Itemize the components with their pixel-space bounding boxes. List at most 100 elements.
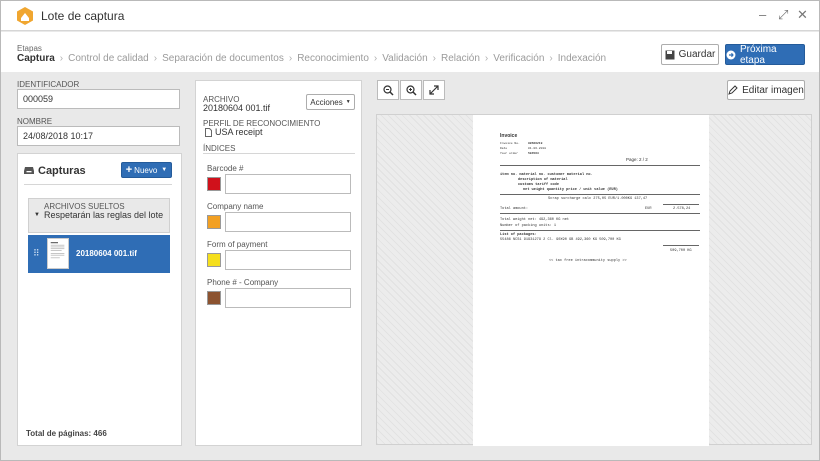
step-relacion[interactable]: Relación (441, 53, 480, 64)
step-captura[interactable]: Captura (17, 53, 55, 64)
window-title: Lote de captura (41, 9, 125, 23)
divider (24, 184, 172, 185)
pencil-icon (728, 85, 738, 95)
breadcrumb-separator: › (484, 53, 489, 64)
next-stage-button[interactable]: Próxima etapa (725, 43, 805, 66)
index-field-company-name[interactable] (225, 212, 351, 232)
step-validacion[interactable]: Validación (382, 53, 427, 64)
title-bar: Lote de captura – ⤢ ✕ (1, 1, 819, 31)
step-indexacion[interactable]: Indexación (558, 53, 606, 64)
captures-panel (17, 153, 182, 446)
index-field-phone[interactable] (225, 288, 351, 308)
document-icon (205, 128, 212, 137)
preview-row-1: Scrap surcharge calc 275,05 EUR/1.000KG … (548, 197, 648, 201)
breadcrumb-separator: › (59, 53, 64, 64)
next-stage-label: Próxima etapa (739, 43, 777, 66)
name-label: NOMBRE (17, 117, 53, 126)
breadcrumb-separator: › (549, 53, 553, 64)
step-reconocimiento[interactable]: Reconocimiento (297, 53, 369, 64)
zoom-in-icon (405, 84, 417, 96)
preview-packages-label: List of packages: (500, 233, 537, 237)
edit-image-label: Editar imagen (742, 84, 804, 96)
file-thumbnail (47, 238, 69, 269)
maximize-button[interactable]: ⤢ (778, 7, 788, 23)
captures-title: Capturas (38, 165, 86, 177)
arrow-circle-icon (726, 50, 736, 59)
drag-handle-icon[interactable]: ⠿ (33, 248, 40, 259)
profile-value: USA receipt (215, 127, 263, 137)
preview-order-label: Your order (500, 152, 519, 155)
index-color-company-name (207, 215, 221, 229)
minimize-button[interactable]: – (759, 7, 766, 23)
fit-screen-button[interactable] (423, 80, 445, 100)
breadcrumb: Captura › Control de calidad › Separación de… (17, 53, 606, 64)
group-rule: Respetarán las reglas del lote (44, 210, 164, 220)
index-color-form-of-payment (207, 253, 221, 267)
preview-title: Invoice (500, 133, 518, 139)
preview-page-number: Page: 2 / 2 (626, 157, 648, 162)
step-separacion[interactable]: Separación de documentos (162, 53, 284, 64)
new-capture-button[interactable]: + Nuevo ▼ (121, 162, 172, 178)
divider (203, 153, 355, 154)
actions-label: Acciones (310, 97, 343, 107)
new-capture-label: Nuevo (134, 165, 158, 175)
zoom-out-button[interactable] (377, 80, 399, 100)
breadcrumb-separator: › (153, 53, 158, 64)
preview-rule (500, 194, 700, 195)
index-label-form-of-payment: Form of payment (207, 240, 268, 249)
indices-label: ÍNDICES (203, 144, 236, 153)
preview-total-value: 2.578,24 (673, 207, 691, 211)
preview-col-header-3: customs tariff code (518, 183, 559, 187)
caret-down-icon[interactable]: ▼ (34, 212, 40, 218)
preview-col-header-1: item no. material no. customer material … (500, 173, 593, 177)
preview-package-row: 55486 NCS1 91931279 2 Cl. 90X90 GB 492,3… (500, 238, 621, 242)
preview-packing: Number of packing units: 1 (500, 224, 557, 228)
document-preview-page: Invoice Invoice No. 90566219 Date 01.06.… (473, 115, 709, 446)
preview-total-label: Total amount: (500, 207, 529, 211)
actions-dropdown[interactable]: Acciones ▼ (306, 94, 355, 110)
preview-order: 504563 (528, 152, 539, 155)
app-logo-icon (17, 7, 33, 25)
index-field-barcode[interactable] (225, 174, 351, 194)
identifier-field[interactable]: 000059 (17, 89, 180, 109)
preview-rule (663, 204, 699, 205)
zoom-out-icon (382, 84, 394, 96)
index-label-company-name: Company name (207, 202, 264, 211)
save-button[interactable]: Guardar (661, 44, 719, 65)
index-field-form-of-payment[interactable] (225, 250, 351, 270)
index-color-barcode (207, 177, 221, 191)
identifier-label: IDENTIFICADOR (17, 80, 80, 89)
caret-down-icon: ▼ (345, 99, 351, 105)
capture-batch-window: Lote de captura – ⤢ ✕ Etapas Captura › Con… (0, 0, 820, 461)
preview-footer: << tax free intracommunity supply >> (549, 259, 627, 263)
preview-total-currency: EUR (645, 207, 652, 211)
breadcrumb-separator: › (288, 53, 293, 64)
plus-icon: + (125, 164, 133, 176)
preview-col-header-2: description of material (518, 178, 568, 182)
preview-date-label: Date (500, 147, 508, 150)
preview-rule (500, 230, 700, 231)
index-label-barcode: Barcode # (207, 164, 244, 173)
step-control-calidad[interactable]: Control de calidad (68, 53, 149, 64)
loose-files-group[interactable]: ARCHIVOS SUELTOS ▼ Respetarán las reglas… (28, 198, 170, 233)
total-pages: Total de páginas: 466 (26, 429, 107, 438)
preview-rule (500, 165, 700, 166)
name-field[interactable]: 24/08/2018 10:17 (17, 126, 180, 146)
index-color-phone (207, 291, 221, 305)
edit-image-button[interactable]: Editar imagen (727, 80, 805, 100)
file-name: 20180604 001.tif (203, 103, 271, 113)
index-label-phone: Phone # - Company (207, 278, 279, 287)
step-verificacion[interactable]: Verificación (493, 53, 544, 64)
floppy-icon (665, 50, 675, 59)
zoom-in-button[interactable] (400, 80, 422, 100)
expand-icon (429, 85, 439, 95)
stage-toolbar: Etapas Captura › Control de calidad › Separa… (1, 32, 819, 72)
caret-down-icon: ▼ (161, 167, 168, 173)
preview-weight: Total weight net: 492,360 KG net (500, 218, 570, 222)
preview-rule (663, 245, 699, 246)
preview-invoice-no: 90566219 (528, 142, 543, 145)
close-button[interactable]: ✕ (797, 7, 808, 23)
preview-invoice-no-label: Invoice No. (500, 142, 520, 145)
file-item-name: 20180604 001.tif (76, 249, 137, 258)
preview-date: 01.06.2018 (528, 147, 547, 150)
